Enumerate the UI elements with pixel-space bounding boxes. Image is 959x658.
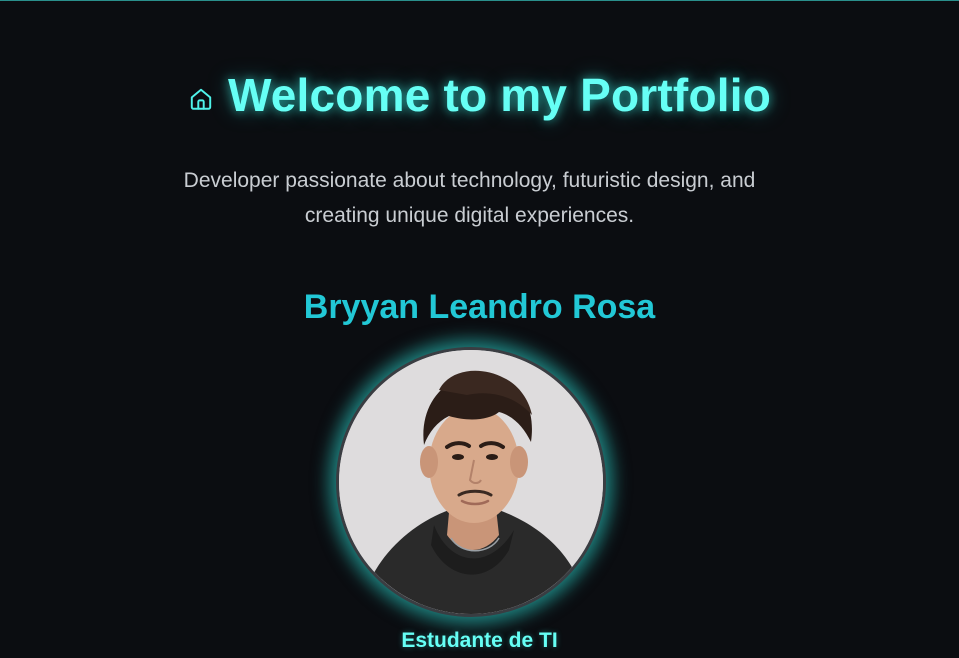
home-icon [188, 86, 214, 112]
profile-photo [336, 347, 606, 617]
page-title: Welcome to my Portfolio [227, 69, 772, 121]
hero-subtitle: Developer passionate about technology, f… [183, 169, 756, 227]
profile-photo-illustration [339, 350, 603, 614]
hero-section: Welcome to my Portfolio Developer passio… [0, 0, 959, 658]
title-row: Welcome to my Portfolio [0, 68, 959, 122]
profile-name: Bryyan Leandro Rosa [303, 288, 656, 326]
profile-role: Estudante de TI [401, 629, 558, 652]
